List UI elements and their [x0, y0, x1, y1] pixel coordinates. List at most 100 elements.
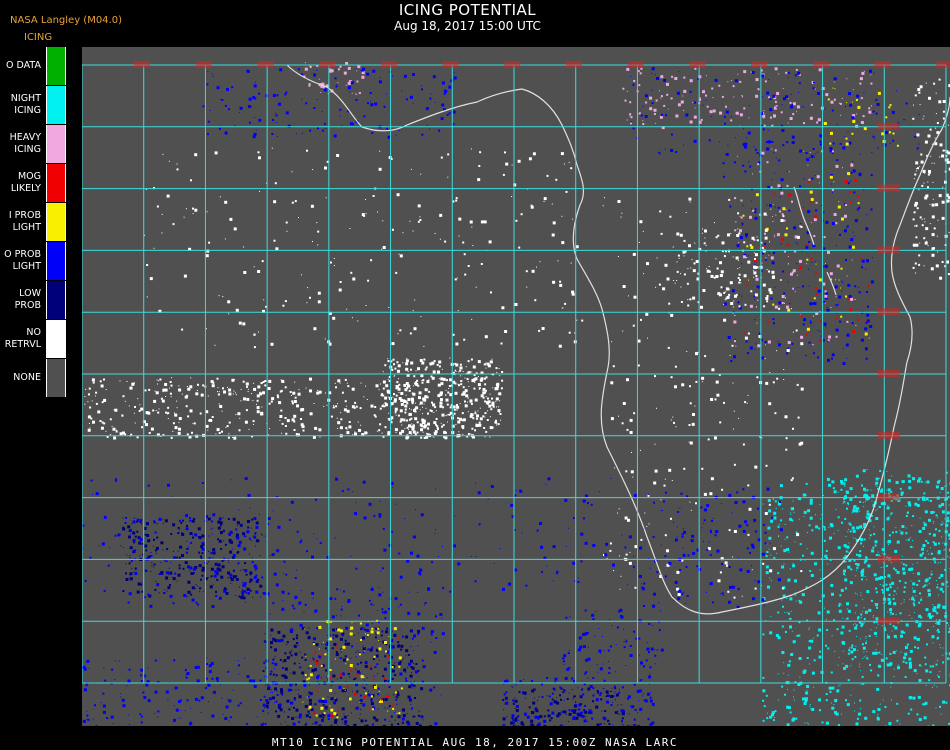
- icing-pixel: [765, 571, 769, 575]
- icing-pixel: [765, 464, 768, 467]
- icing-pixel: [337, 82, 339, 84]
- icing-pixel: [370, 698, 373, 701]
- icing-pixel: [414, 715, 416, 717]
- icing-pixel: [404, 408, 407, 411]
- icing-pixel: [433, 421, 437, 425]
- icing-pixel: [625, 553, 628, 556]
- icing-pixel: [689, 201, 691, 203]
- icing-pixel: [875, 481, 879, 485]
- icing-pixel: [485, 367, 487, 369]
- icing-pixel: [134, 535, 137, 538]
- icing-pixel: [560, 698, 562, 701]
- icing-pixel: [866, 516, 870, 520]
- icing-pixel: [862, 646, 866, 650]
- icing-pixel: [355, 668, 357, 670]
- icing-pixel: [382, 220, 384, 222]
- icing-pixel: [394, 674, 397, 676]
- icing-pixel: [124, 400, 126, 402]
- icing-pixel: [422, 419, 426, 423]
- icing-pixel: [400, 392, 404, 395]
- icing-pixel: [344, 723, 347, 726]
- icing-pixel: [828, 686, 832, 690]
- icing-pixel: [705, 245, 707, 246]
- icing-pixel: [403, 668, 407, 672]
- icing-pixel: [734, 79, 738, 83]
- icing-pixel: [276, 136, 278, 138]
- icing-pixel: [914, 173, 917, 176]
- icing-pixel: [651, 721, 655, 725]
- icing-pixel: [644, 115, 648, 118]
- icing-pixel: [703, 492, 707, 496]
- legend-swatch: [46, 320, 66, 358]
- icing-pixel: [597, 691, 600, 694]
- icing-pixel: [634, 586, 637, 589]
- icing-pixel: [794, 541, 796, 543]
- icing-pixel: [388, 705, 391, 707]
- icing-pixel: [862, 568, 865, 571]
- icing-pixel: [886, 506, 890, 510]
- icing-pixel: [113, 436, 117, 440]
- icing-pixel: [253, 346, 256, 349]
- icing-pixel: [872, 546, 875, 549]
- icing-pixel: [880, 658, 884, 662]
- icing-pixel: [251, 557, 253, 559]
- icing-pixel: [937, 551, 941, 555]
- icing-pixel: [789, 105, 793, 109]
- icing-pixel: [869, 663, 871, 666]
- icing-pixel: [207, 395, 209, 397]
- icing-pixel: [296, 634, 298, 637]
- icing-pixel: [668, 302, 671, 305]
- icing-pixel: [803, 122, 805, 125]
- icing-pixel: [923, 237, 926, 240]
- icing-pixel: [387, 360, 390, 362]
- icing-pixel: [141, 426, 143, 429]
- icing-pixel: [762, 96, 764, 98]
- icing-pixel: [218, 391, 220, 393]
- icing-pixel: [845, 664, 849, 668]
- icing-pixel: [275, 247, 279, 251]
- icing-pixel: [756, 287, 758, 289]
- icing-pixel: [295, 708, 299, 712]
- icing-pixel: [656, 257, 658, 259]
- icing-pixel: [788, 193, 792, 197]
- icing-pixel: [886, 470, 888, 472]
- icing-pixel: [778, 535, 780, 537]
- icing-pixel: [464, 389, 468, 393]
- icing-pixel: [778, 699, 780, 701]
- icing-pixel: [309, 635, 311, 637]
- icing-pixel: [512, 686, 514, 688]
- icing-pixel: [335, 85, 338, 88]
- icing-pixel: [868, 110, 872, 114]
- icing-pixel: [739, 229, 742, 233]
- icing-pixel: [774, 67, 778, 71]
- icing-pixel: [202, 541, 205, 544]
- icing-pixel: [792, 113, 795, 116]
- icing-pixel: [92, 381, 95, 384]
- icing-pixel: [768, 140, 771, 144]
- icing-pixel: [875, 477, 879, 481]
- icing-pixel: [311, 668, 315, 672]
- icing-pixel: [300, 418, 302, 420]
- icing-pixel: [423, 403, 425, 405]
- icing-pixel: [428, 378, 430, 380]
- icing-pixel: [932, 642, 934, 644]
- icing-pixel: [766, 300, 769, 303]
- icing-pixel: [781, 651, 785, 654]
- icing-pixel: [463, 338, 466, 341]
- icing-pixel: [462, 370, 464, 372]
- icing-pixel: [932, 604, 934, 606]
- icing-pixel: [235, 594, 237, 596]
- icing-pixel: [447, 391, 450, 394]
- icing-pixel: [896, 570, 900, 574]
- icing-pixel: [819, 134, 823, 138]
- icing-pixel: [889, 600, 892, 603]
- icing-pixel: [336, 84, 338, 86]
- icing-pixel: [236, 521, 240, 525]
- icing-pixel: [131, 567, 133, 569]
- icing-pixel: [754, 211, 757, 213]
- icing-pixel: [590, 712, 592, 713]
- icing-pixel: [851, 512, 853, 514]
- icing-pixel: [377, 673, 378, 674]
- icing-pixel: [734, 314, 736, 316]
- icing-pixel: [84, 396, 86, 398]
